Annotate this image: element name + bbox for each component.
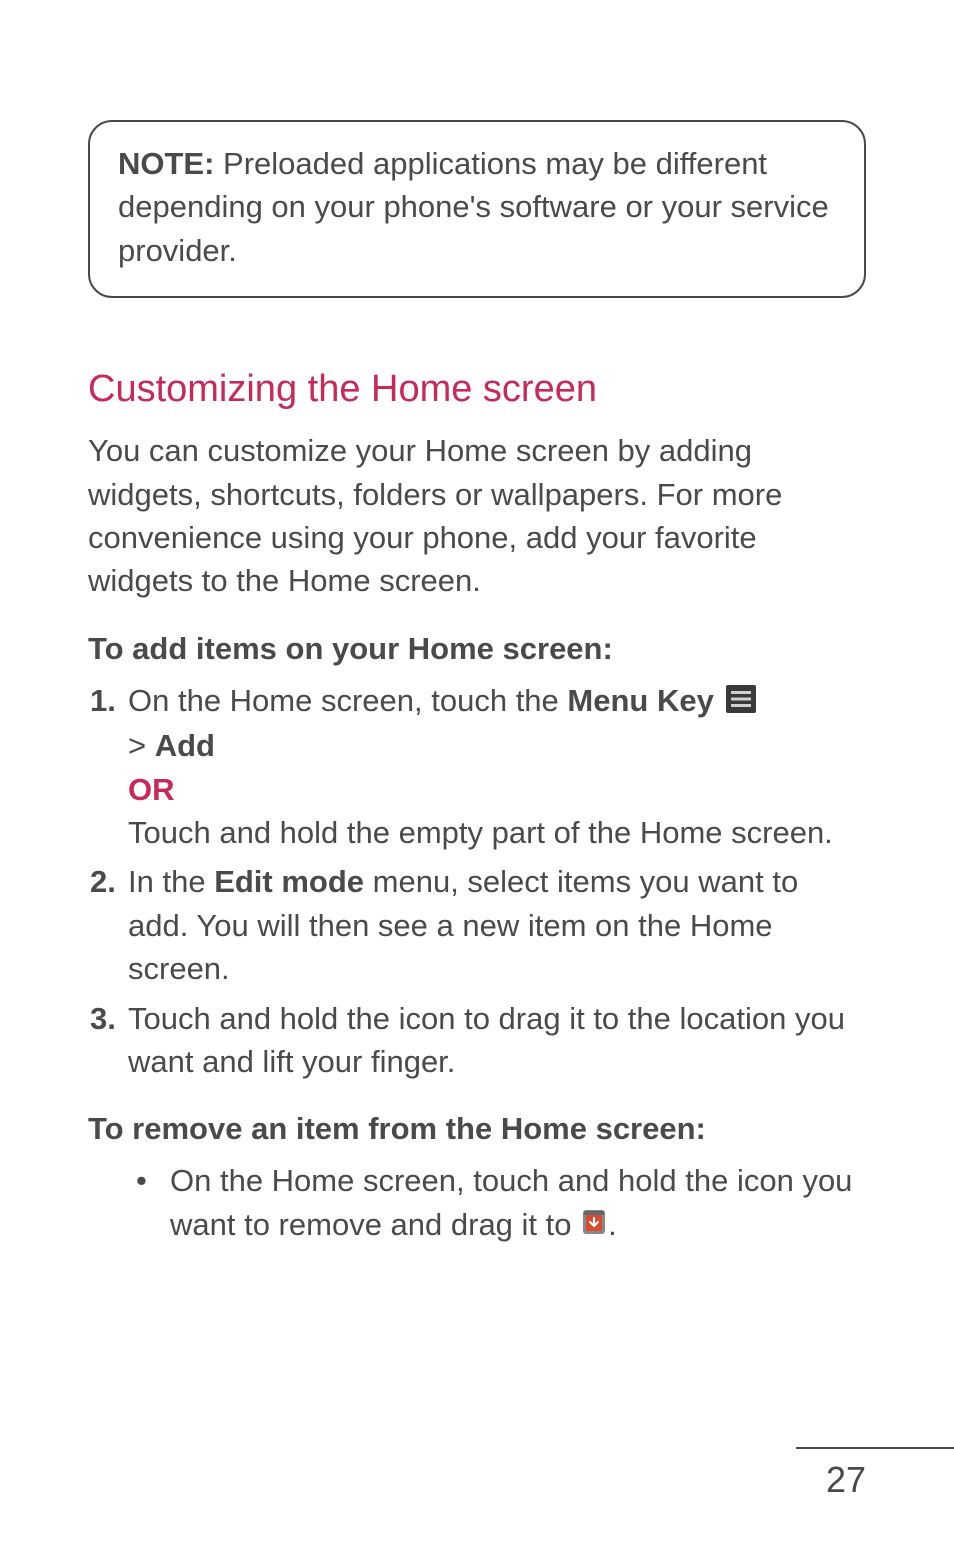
or-separator: OR — [128, 772, 175, 807]
remove-bullet: • On the Home screen, touch and hold the… — [136, 1159, 866, 1248]
section-heading: Customizing the Home screen — [88, 368, 866, 411]
menu-key-icon — [726, 681, 756, 724]
note-label: NOTE: — [118, 146, 214, 181]
note-callout: NOTE: Preloaded applications may be diff… — [88, 120, 866, 298]
intro-paragraph: You can customize your Home screen by ad… — [88, 429, 866, 603]
edit-mode-label: Edit mode — [214, 864, 364, 899]
step-3: 3. Touch and hold the icon to drag it to… — [88, 997, 866, 1084]
step-1-tail: Touch and hold the empty part of the Hom… — [128, 815, 833, 850]
step-number: 2. — [90, 860, 116, 903]
remove-item-heading: To remove an item from the Home screen: — [88, 1111, 866, 1147]
remove-bullet-list: • On the Home screen, touch and hold the… — [88, 1159, 866, 1248]
step-number: 1. — [90, 679, 116, 722]
step-1-text-pre: On the Home screen, touch the — [128, 683, 567, 718]
steps-list: 1. On the Home screen, touch the Menu Ke… — [88, 679, 866, 1084]
step-2: 2. In the Edit mode menu, select items y… — [88, 860, 866, 990]
page-footer-line — [796, 1447, 954, 1449]
add-items-heading: To add items on your Home screen: — [88, 631, 866, 667]
step-1-gt: > — [128, 728, 155, 763]
add-label: Add — [155, 728, 215, 763]
note-text: NOTE: Preloaded applications may be diff… — [118, 142, 836, 272]
page-number: 27 — [826, 1459, 866, 1501]
step-number: 3. — [90, 997, 116, 1040]
menu-key-label: Menu Key — [567, 683, 713, 718]
bullet-dot: • — [136, 1159, 147, 1202]
bullet-pre: On the Home screen, touch and hold the i… — [170, 1163, 852, 1241]
trash-icon — [580, 1205, 608, 1248]
bullet-post: . — [608, 1207, 617, 1242]
note-body: Preloaded applications may be different … — [118, 146, 829, 268]
step-2-pre: In the — [128, 864, 214, 899]
step-1: 1. On the Home screen, touch the Menu Ke… — [88, 679, 866, 855]
step-3-text: Touch and hold the icon to drag it to th… — [128, 1001, 845, 1079]
